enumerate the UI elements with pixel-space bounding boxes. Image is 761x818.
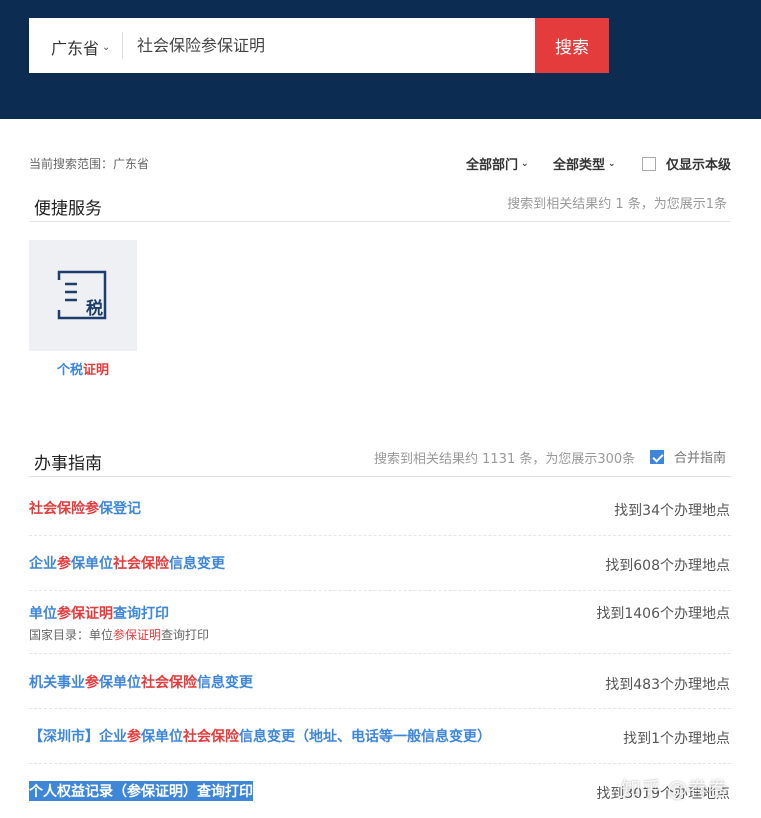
chevron-down-icon: ⌄ [521, 158, 529, 169]
keyword-highlight: 社会保险参 [29, 501, 99, 517]
keyword-highlight: 参保证明 [57, 606, 113, 622]
guide-item-location-count[interactable]: 找到483个办理地点 [605, 674, 730, 694]
title-text: 信息变更 [197, 675, 253, 691]
section-divider [29, 476, 731, 477]
keyword-highlight: 参 [57, 556, 71, 572]
row-divider [29, 653, 731, 654]
keyword-highlight: 参 [127, 729, 141, 745]
search-box: 广东省 ⌄ [29, 18, 535, 73]
section-divider [29, 221, 731, 222]
department-filter[interactable]: 全部部门 ⌄ [466, 154, 529, 173]
guide-item-link[interactable]: 单位参保证明查询打印 [29, 603, 169, 623]
guides-meta: 搜索到相关结果约 1131 条，为您展示300条 [374, 452, 636, 467]
region-select[interactable]: 广东省 ⌄ [51, 35, 110, 59]
tax-icon: 税 [57, 270, 107, 319]
title-text: 机关事业 [29, 675, 85, 691]
search-divider [122, 32, 123, 59]
guide-item-location-count[interactable]: 找到1个办理地点 [623, 728, 730, 748]
watermark: 知乎 @卷卷 [621, 777, 728, 801]
search-button[interactable]: 搜索 [535, 18, 609, 73]
guide-item-link[interactable]: 【深圳市】企业参保单位社会保险信息变更（地址、电话等一般信息变更） [29, 726, 491, 746]
tax-label-plain: 个税 [56, 363, 83, 378]
row-divider [29, 763, 731, 764]
title-text: 保单位 [141, 729, 183, 745]
title-text: 企业 [29, 556, 57, 572]
tax-icon-glyph: 税 [86, 298, 103, 319]
guide-item-location-count[interactable]: 找到1406个办理地点 [596, 603, 730, 623]
type-filter-label: 全部类型 [553, 158, 606, 173]
guide-item-link[interactable]: 社会保险参保登记 [29, 498, 141, 518]
title-text: 查询打印 [161, 628, 210, 642]
tax-label-highlight: 证明 [83, 363, 110, 378]
row-divider [29, 708, 731, 709]
title-text: 个人权益记录（参保证明）查询打印 [29, 784, 253, 800]
merge-guides-toggle[interactable]: 合并指南 [650, 447, 726, 466]
tax-certificate-label[interactable]: 个税证明 [29, 359, 137, 378]
guide-item-location-count[interactable]: 找到34个办理地点 [614, 500, 730, 520]
merge-guides-checkbox[interactable] [650, 449, 664, 464]
search-input[interactable] [137, 35, 517, 53]
guides-title: 办事指南 [34, 454, 102, 474]
title-text: 查询打印 [113, 606, 169, 622]
chevron-down-icon: ⌄ [102, 41, 111, 53]
guide-item-link[interactable]: 企业参保单位社会保险信息变更 [29, 553, 225, 573]
region-label: 广东省 [51, 39, 100, 58]
search-scope: 当前搜索范围：广东省 [29, 157, 150, 171]
guide-item-location-count[interactable]: 找到608个办理地点 [605, 555, 730, 575]
title-text: 信息变更（地址、电话等一般信息变更） [239, 729, 491, 745]
guide-item-link[interactable]: 机关事业参保单位社会保险信息变更 [29, 672, 253, 692]
keyword-highlight: 社会保险 [183, 729, 239, 745]
keyword-highlight: 参 [85, 675, 99, 691]
quick-services-title: 便捷服务 [34, 199, 102, 219]
title-text: 信息变更 [169, 556, 225, 572]
title-text: 国家目录：单位 [29, 628, 114, 642]
row-divider [29, 590, 731, 591]
tax-certificate-card[interactable]: 税 [29, 240, 137, 351]
row-divider [29, 535, 731, 536]
guide-item-catalog: 国家目录：单位参保证明查询打印 [29, 626, 209, 643]
local-only-label: 仅显示本级 [666, 158, 732, 173]
type-filter[interactable]: 全部类型 ⌄ [553, 154, 616, 173]
keyword-highlight: 社会保险 [141, 675, 197, 691]
quick-services-meta: 搜索到相关结果约 1 条，为您展示1条 [507, 197, 727, 212]
title-text: 保单位 [99, 675, 141, 691]
title-text: 保单位 [71, 556, 113, 572]
merge-guides-label: 合并指南 [674, 451, 727, 466]
department-filter-label: 全部部门 [466, 158, 519, 173]
local-only-checkbox[interactable] [642, 156, 656, 171]
chevron-down-icon: ⌄ [608, 158, 616, 169]
local-only-toggle[interactable]: 仅显示本级 [642, 154, 731, 173]
guide-item-link[interactable]: 个人权益记录（参保证明）查询打印 [29, 781, 253, 801]
keyword-highlight: 参保证明 [113, 628, 162, 642]
title-text: 单位 [29, 606, 57, 622]
title-text: 保登记 [99, 501, 141, 517]
keyword-highlight: 社会保险 [113, 556, 169, 572]
title-text: 【深圳市】企业 [29, 729, 127, 745]
